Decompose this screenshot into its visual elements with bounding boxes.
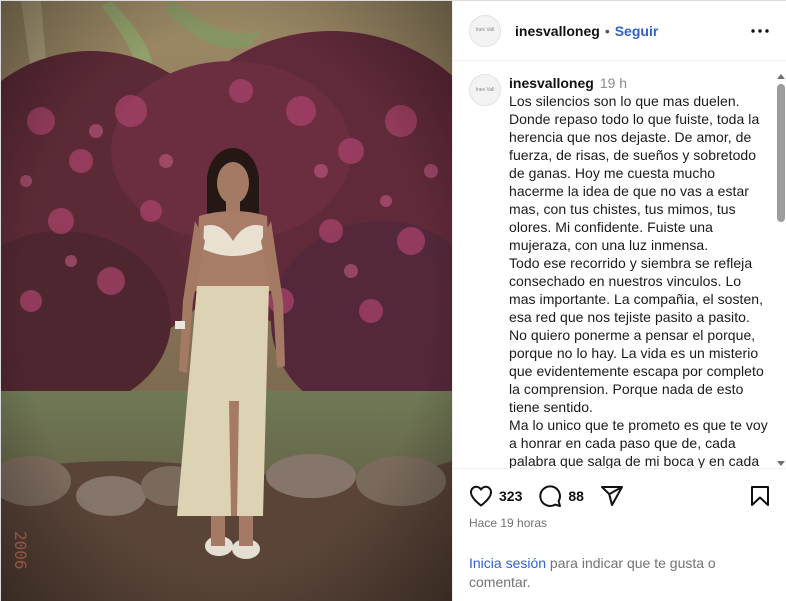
- scroll-down-arrow-icon[interactable]: [777, 461, 785, 466]
- caption-head: inesvalloneg 19 h: [509, 74, 769, 92]
- save-button[interactable]: [750, 485, 770, 512]
- photo-date-stamp: 2006: [11, 531, 30, 570]
- caption-avatar[interactable]: Ines Vall: [469, 74, 501, 106]
- caption-area[interactable]: Ines Vall inesvalloneg 19 h Los silencios…: [453, 62, 786, 468]
- vintage-photo-image: 2006: [1, 1, 452, 601]
- login-prompt: Inicia sesión para indicar que te gusta …: [469, 554, 769, 592]
- scrollbar-thumb[interactable]: [777, 84, 785, 222]
- comment-button[interactable]: [538, 484, 562, 508]
- caption-body: inesvalloneg 19 h Los silencios son lo qu…: [509, 74, 769, 468]
- separator-dot: •: [604, 22, 610, 39]
- post-photo[interactable]: 2006: [1, 1, 452, 601]
- scroll-up-arrow-icon[interactable]: [777, 74, 785, 79]
- post-header: Ines Vall inesvalloneg • Seguir: [453, 1, 786, 61]
- more-options-icon[interactable]: [750, 21, 770, 41]
- post-time-ago[interactable]: Hace 19 horas: [469, 516, 547, 530]
- like-button[interactable]: [469, 485, 493, 507]
- header-username[interactable]: inesvalloneg: [515, 23, 600, 39]
- comment-icon: [539, 485, 562, 507]
- caption-scrollbar[interactable]: [776, 74, 786, 466]
- heart-icon: [470, 485, 492, 507]
- caption-username[interactable]: inesvalloneg: [509, 75, 594, 91]
- post-side-panel: Ines Vall inesvalloneg • Seguir Ines Val…: [452, 1, 786, 601]
- action-row: 323 88: [469, 483, 624, 509]
- avatar[interactable]: Ines Vall: [469, 14, 501, 47]
- login-link[interactable]: Inicia sesión: [469, 555, 546, 571]
- bookmark-icon: [751, 486, 769, 506]
- likes-count[interactable]: 323: [499, 488, 522, 504]
- action-bar: 323 88 Hace 19 horas Inicia sesión para …: [453, 468, 786, 601]
- caption-avatar-text: Ines Vall: [475, 86, 495, 93]
- avatar-text: Ines Vall: [475, 27, 495, 33]
- comments-count[interactable]: 88: [568, 488, 584, 504]
- follow-button[interactable]: Seguir: [615, 23, 659, 39]
- caption-time[interactable]: 19 h: [600, 75, 627, 91]
- caption-text: Los silencios son lo que mas duelen. Don…: [509, 93, 768, 468]
- share-icon: [600, 486, 623, 506]
- instagram-post: 2006 Ines Vall inesvalloneg • Seguir Ine…: [0, 0, 786, 601]
- share-button[interactable]: [600, 484, 624, 508]
